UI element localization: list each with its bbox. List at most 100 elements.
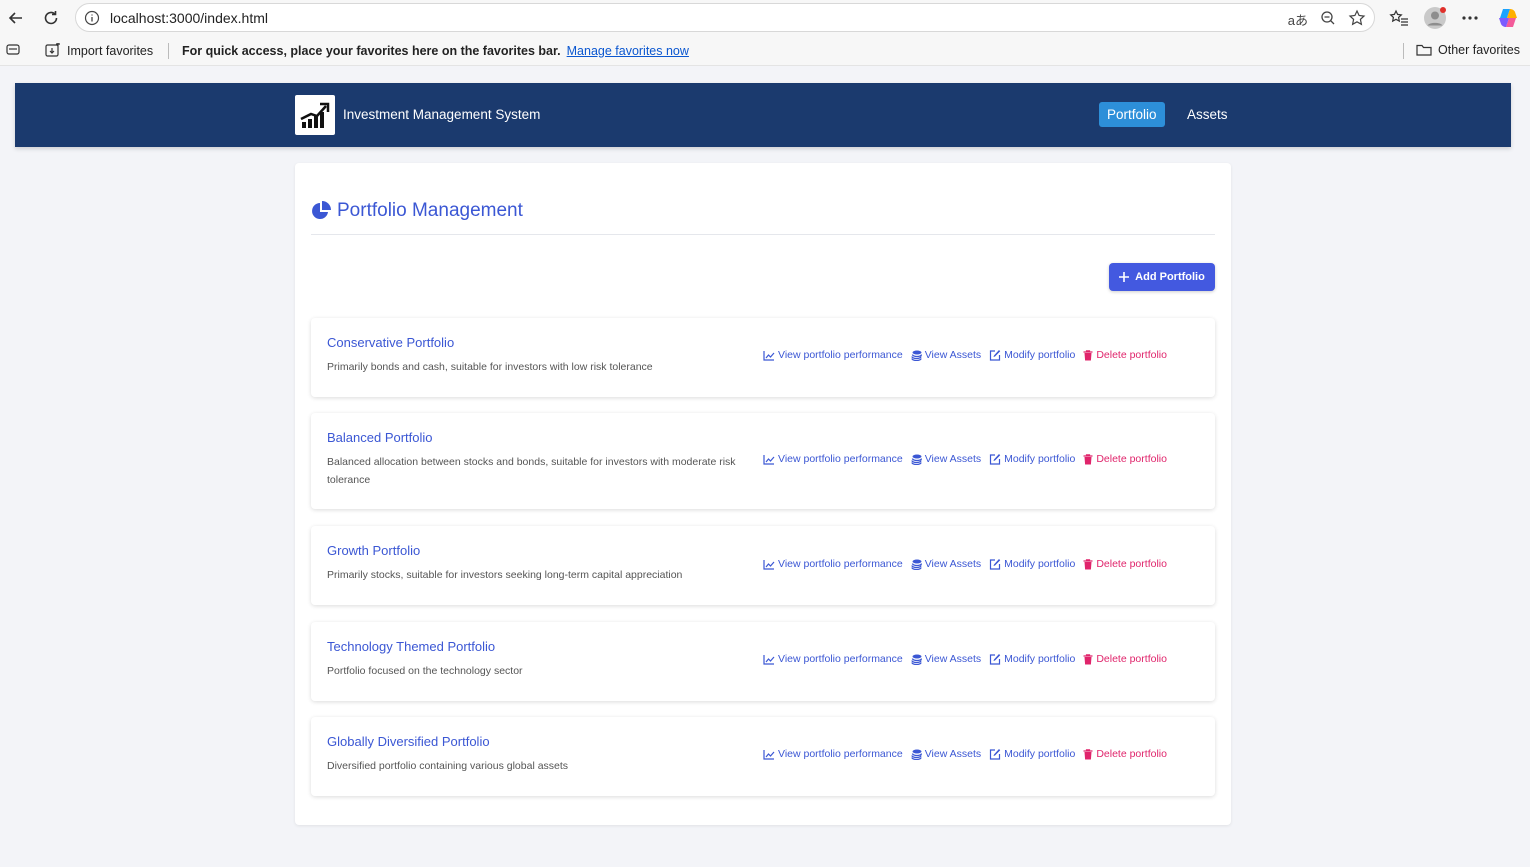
portfolio-name[interactable]: Balanced Portfolio <box>327 430 433 445</box>
portfolio-description: Portfolio focused on the technology sect… <box>327 665 523 677</box>
view-assets-link[interactable]: View Assets <box>911 653 981 665</box>
import-icon <box>45 43 60 57</box>
sidebar-icon[interactable] <box>6 44 20 59</box>
nav-portfolio[interactable]: Portfolio <box>1099 102 1165 127</box>
favorites-message-text: For quick access, place your favorites h… <box>182 44 561 58</box>
delete-portfolio-link[interactable]: Delete portfolio <box>1083 558 1167 570</box>
edit-icon <box>990 654 1001 665</box>
coins-icon <box>911 654 922 665</box>
portfolio-description: Primarily stocks, suitable for investors… <box>327 569 683 581</box>
folder-icon <box>1416 44 1432 56</box>
view-performance-link[interactable]: View portfolio performance <box>763 349 903 361</box>
view-assets-link[interactable]: View Assets <box>911 748 981 760</box>
modify-portfolio-link[interactable]: Modify portfolio <box>989 453 1075 465</box>
portfolio-card: Portfolio Management Add Portfolio Conse… <box>295 163 1231 825</box>
coins-icon <box>911 559 922 570</box>
favorites-message: For quick access, place your favorites h… <box>182 44 689 58</box>
delete-portfolio-link[interactable]: Delete portfolio <box>1083 653 1167 665</box>
line-chart-icon <box>763 749 775 760</box>
refresh-icon <box>44 11 58 25</box>
portfolio-actions: View portfolio performance View Assets M… <box>763 453 1167 465</box>
modify-portfolio-link[interactable]: Modify portfolio <box>989 653 1075 665</box>
portfolio-actions: View portfolio performance View Assets M… <box>763 349 1167 361</box>
add-portfolio-button[interactable]: Add Portfolio <box>1109 263 1215 291</box>
divider <box>1403 43 1404 59</box>
refresh-button[interactable] <box>39 6 63 30</box>
view-assets-link[interactable]: View Assets <box>911 453 981 465</box>
favorites-list-icon <box>1389 9 1408 26</box>
portfolio-description: Diversified portfolio containing various… <box>327 760 569 772</box>
edit-icon <box>990 749 1001 760</box>
read-aloud-icon[interactable]: aあ <box>1288 10 1308 29</box>
avatar-icon <box>1424 7 1446 29</box>
other-favorites-label: Other favorites <box>1438 43 1520 57</box>
view-performance-link[interactable]: View portfolio performance <box>763 558 903 570</box>
line-chart-icon <box>763 454 775 465</box>
trash-icon <box>1083 748 1093 759</box>
portfolio-name[interactable]: Technology Themed Portfolio <box>327 639 495 654</box>
import-favorites-label: Import favorites <box>67 43 154 58</box>
address-bar[interactable]: localhost:3000/index.html aあ <box>75 3 1375 32</box>
view-performance-link[interactable]: View portfolio performance <box>763 653 903 665</box>
portfolio-item: Balanced Portfolio Balanced allocation b… <box>311 413 1215 509</box>
add-portfolio-label: Add Portfolio <box>1135 271 1205 283</box>
portfolio-item: Globally Diversified Portfolio Diversifi… <box>311 717 1215 796</box>
ellipsis-icon <box>1462 16 1478 20</box>
app-title: Investment Management System <box>343 107 541 122</box>
portfolio-actions: View portfolio performance View Assets M… <box>763 748 1167 760</box>
portfolio-actions: View portfolio performance View Assets M… <box>763 558 1167 570</box>
view-performance-link[interactable]: View portfolio performance <box>763 453 903 465</box>
portfolio-description: Primarily bonds and cash, suitable for i… <box>327 361 653 373</box>
modify-portfolio-link[interactable]: Modify portfolio <box>989 349 1075 361</box>
nav-assets[interactable]: Assets <box>1179 102 1236 127</box>
view-assets-link[interactable]: View Assets <box>911 349 981 361</box>
app-header: Investment Management System Portfolio A… <box>15 83 1511 147</box>
import-favorites-button[interactable]: Import favorites <box>45 43 153 58</box>
page-title: Portfolio Management <box>311 200 523 222</box>
delete-portfolio-link[interactable]: Delete portfolio <box>1083 453 1167 465</box>
delete-portfolio-link[interactable]: Delete portfolio <box>1083 748 1167 760</box>
portfolio-item: Growth Portfolio Primarily stocks, suita… <box>311 526 1215 605</box>
copilot-button[interactable] <box>1495 5 1521 31</box>
coins-icon <box>911 454 922 465</box>
back-button[interactable] <box>4 6 28 30</box>
profile-button[interactable] <box>1422 5 1448 31</box>
url-text[interactable]: localhost:3000/index.html <box>110 10 268 26</box>
edit-icon <box>990 350 1001 361</box>
line-chart-icon <box>763 654 775 665</box>
edit-icon <box>990 454 1001 465</box>
view-assets-link[interactable]: View Assets <box>911 558 981 570</box>
modify-portfolio-link[interactable]: Modify portfolio <box>989 748 1075 760</box>
zoom-icon[interactable] <box>1320 10 1336 29</box>
divider <box>168 43 169 59</box>
manage-favorites-link[interactable]: Manage favorites now <box>567 44 689 58</box>
portfolio-item: Conservative Portfolio Primarily bonds a… <box>311 318 1215 397</box>
star-icon[interactable] <box>1348 9 1366 30</box>
trash-icon <box>1083 453 1093 464</box>
more-menu-button[interactable] <box>1457 5 1483 31</box>
arrow-left-icon <box>8 12 22 24</box>
portfolio-item: Technology Themed Portfolio Portfolio fo… <box>311 622 1215 701</box>
coins-icon <box>911 749 922 760</box>
other-favorites-button[interactable]: Other favorites <box>1416 43 1520 57</box>
edit-icon <box>990 559 1001 570</box>
portfolio-name[interactable]: Conservative Portfolio <box>327 335 454 350</box>
favorites-bar: Import favorites For quick access, place… <box>0 35 1530 66</box>
growth-chart-icon <box>300 102 330 128</box>
browser-toolbar: localhost:3000/index.html aあ <box>0 0 1530 35</box>
coins-icon <box>911 350 922 361</box>
modify-portfolio-link[interactable]: Modify portfolio <box>989 558 1075 570</box>
trash-icon <box>1083 558 1093 569</box>
portfolio-name[interactable]: Globally Diversified Portfolio <box>327 734 490 749</box>
trash-icon <box>1083 349 1093 360</box>
info-icon[interactable] <box>84 10 100 31</box>
favorites-button[interactable] <box>1386 5 1412 31</box>
portfolio-name[interactable]: Growth Portfolio <box>327 543 420 558</box>
trash-icon <box>1083 653 1093 664</box>
delete-portfolio-link[interactable]: Delete portfolio <box>1083 349 1167 361</box>
divider <box>311 234 1215 235</box>
line-chart-icon <box>763 350 775 361</box>
plus-icon <box>1119 272 1130 282</box>
pie-chart-icon <box>312 201 331 219</box>
view-performance-link[interactable]: View portfolio performance <box>763 748 903 760</box>
